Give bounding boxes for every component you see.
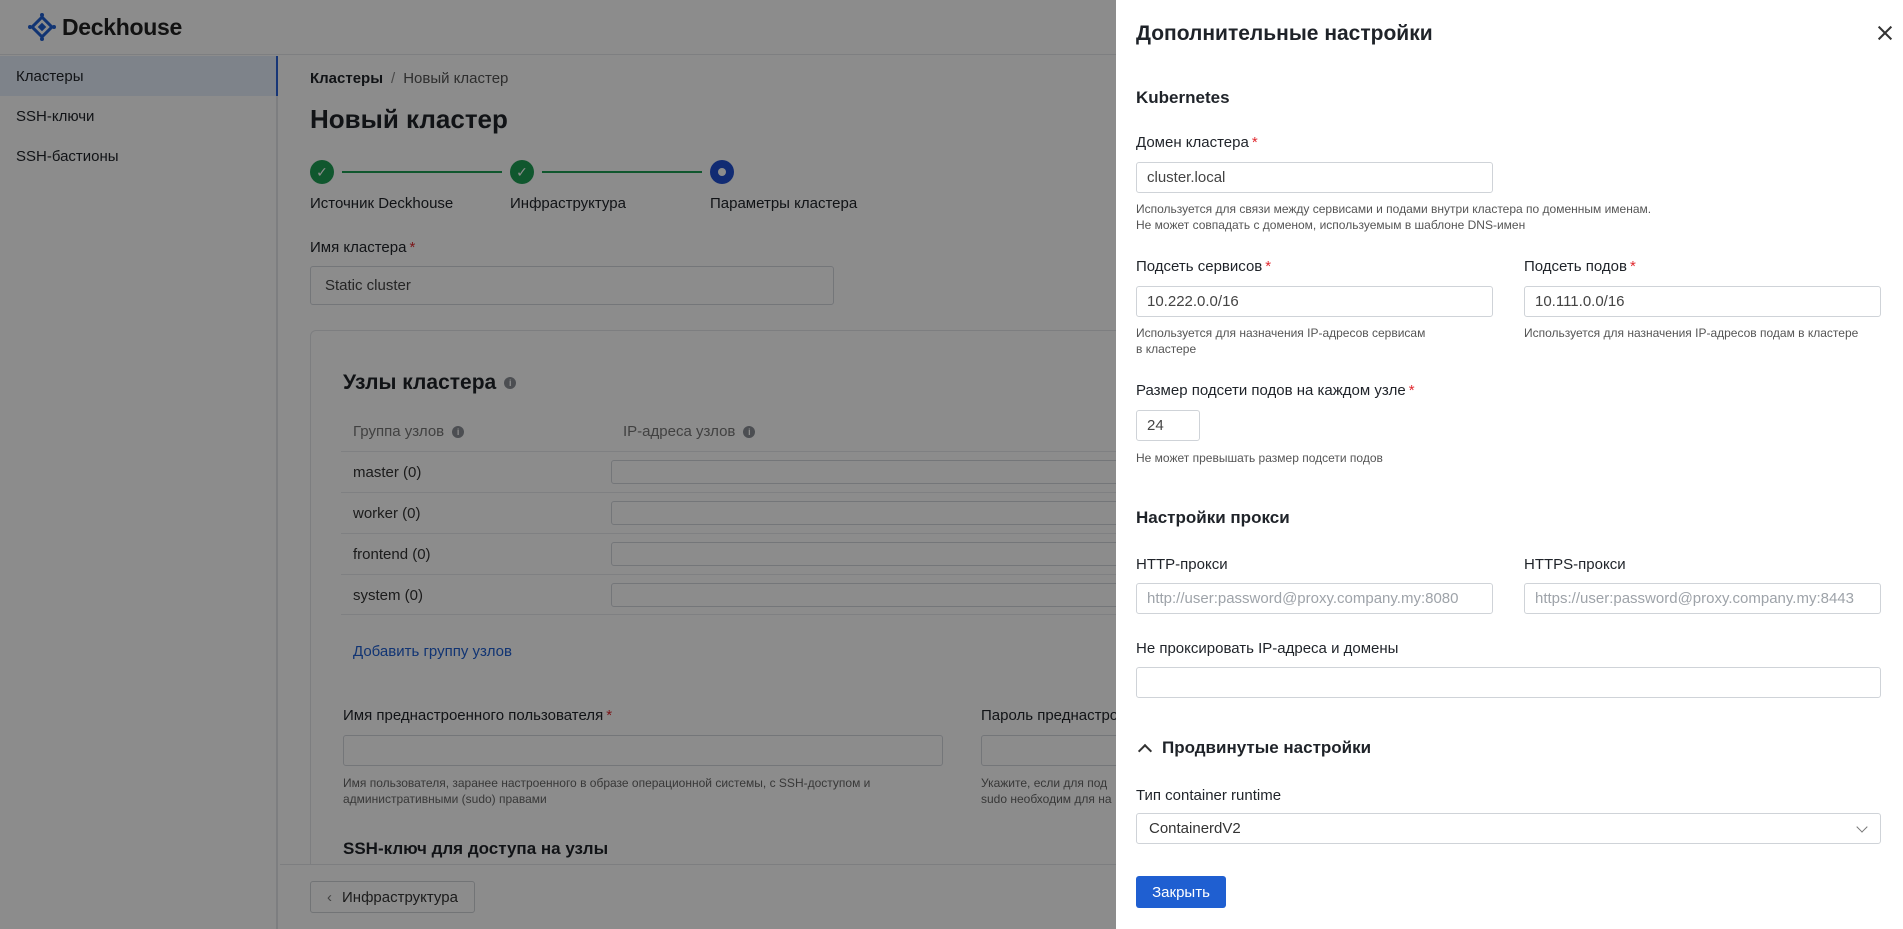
cluster-domain-hint-line: Не может совпадать с доменом, используем… — [1136, 218, 1526, 232]
kubernetes-section-title: Kubernetes — [1136, 88, 1230, 107]
advanced-settings-toggle[interactable]: Продвинутые настройки — [1136, 738, 1371, 758]
runtime-label: Тип container runtime — [1136, 787, 1282, 804]
http-proxy-label: HTTP-прокси — [1136, 556, 1228, 573]
service-subnet-hint: Используется для назначения IP-адресов с… — [1136, 325, 1493, 357]
service-subnet-hint-line: Используется для назначения IP-адресов с… — [1136, 326, 1426, 340]
pod-subnet-hint: Используется для назначения IP-адресов п… — [1524, 326, 1859, 340]
close-icon[interactable] — [1876, 24, 1894, 42]
pod-subnet-label: Подсеть подов * — [1524, 258, 1636, 275]
runtime-select[interactable]: ContainerdV2 — [1136, 813, 1881, 844]
required-mark: * — [1251, 134, 1258, 151]
chevron-up-icon — [1137, 743, 1153, 758]
chevron-down-icon — [1856, 821, 1868, 833]
runtime-select-value: ContainerdV2 — [1149, 820, 1241, 837]
node-subnet-size-hint: Не может превышать размер подсети подов — [1136, 451, 1383, 465]
advanced-settings-drawer: Дополнительные настройки Kubernetes Доме… — [1116, 0, 1903, 929]
https-proxy-label: HTTPS-прокси — [1524, 556, 1626, 573]
pod-subnet-label-text: Подсеть подов — [1524, 258, 1627, 275]
http-proxy-input[interactable] — [1136, 583, 1493, 614]
cluster-domain-label-text: Домен кластера — [1136, 134, 1249, 151]
node-subnet-size-input[interactable] — [1136, 410, 1200, 441]
close-button[interactable]: Закрыть — [1136, 876, 1226, 908]
required-mark: * — [1408, 382, 1415, 399]
no-proxy-label: Не проксировать IP-адреса и домены — [1136, 640, 1399, 657]
required-mark: * — [1265, 258, 1272, 275]
advanced-settings-title: Продвинутые настройки — [1162, 738, 1372, 757]
service-subnet-label: Подсеть сервисов * — [1136, 258, 1271, 275]
pod-subnet-input[interactable] — [1524, 286, 1881, 317]
node-subnet-size-label: Размер подсети подов на каждом узле * — [1136, 382, 1415, 399]
service-subnet-input[interactable] — [1136, 286, 1493, 317]
cluster-domain-input[interactable] — [1136, 162, 1493, 193]
service-subnet-label-text: Подсеть сервисов — [1136, 258, 1263, 275]
https-proxy-input[interactable] — [1524, 583, 1881, 614]
required-mark: * — [1629, 258, 1636, 275]
drawer-title: Дополнительные настройки — [1136, 22, 1433, 45]
cluster-domain-label: Домен кластера * — [1136, 134, 1258, 151]
cluster-domain-hint: Используется для связи между сервисами и… — [1136, 201, 1876, 233]
service-subnet-hint-line: в кластере — [1136, 342, 1197, 356]
cluster-domain-hint-line: Используется для связи между сервисами и… — [1136, 202, 1652, 216]
proxy-section-title: Настройки прокси — [1136, 508, 1290, 527]
node-subnet-size-label-text: Размер подсети подов на каждом узле — [1136, 382, 1406, 399]
no-proxy-input[interactable] — [1136, 667, 1881, 698]
